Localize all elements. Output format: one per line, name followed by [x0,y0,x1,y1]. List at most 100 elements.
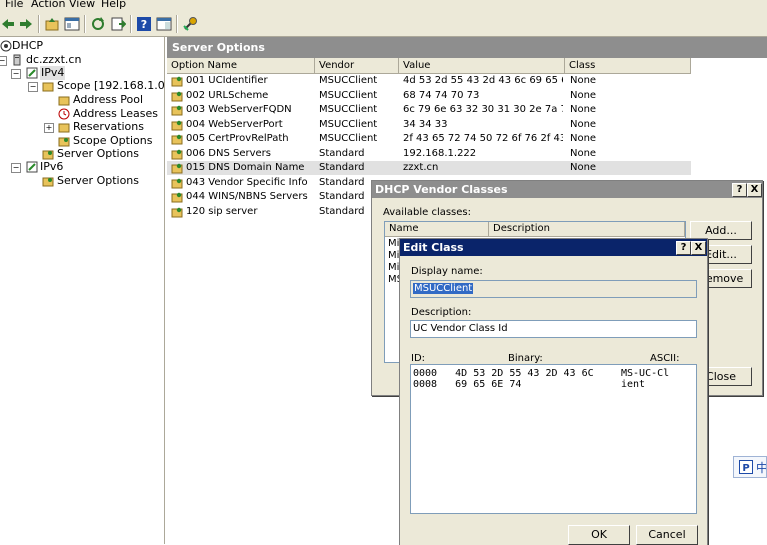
tree-ipv6[interactable]: IPv6 [40,160,63,174]
tree-address-pool[interactable]: Address Pool [73,93,143,107]
ipv4-icon [26,67,38,79]
ime-p-icon: P [739,460,753,474]
tree-server[interactable]: dc.zzxt.cn [26,53,81,67]
vendor-dialog-title-bar[interactable]: DHCP Vendor Classes [372,181,762,198]
help-icon[interactable]: ? [136,16,152,32]
column-vendor[interactable]: Vendor [315,58,399,73]
show-hide-tree-icon[interactable] [64,16,80,32]
tree-scope[interactable]: Scope [192.168.1.0] lync [57,79,164,93]
cell-class: None [570,89,597,101]
vendor-close-x-button[interactable]: X [747,183,762,197]
tree-address-leases[interactable]: Address Leases [73,107,158,121]
class-item[interactable]: Mi [388,238,399,249]
ok-button[interactable]: OK [568,525,630,545]
column-value[interactable]: Value [399,58,565,73]
menu-view[interactable]: View [69,0,95,10]
classes-list-header: Name Description [385,222,685,237]
edit-dialog-title: Edit Class [403,241,464,254]
class-item[interactable]: Mi [388,250,399,261]
menu-file[interactable]: File [5,0,23,10]
tree-ipv4[interactable]: IPv4 [40,66,66,80]
table-row[interactable]: 001 UCIdentifier MSUCClient 4d 53 2d 55 43… [167,74,691,88]
table-row[interactable]: 006 DNS Servers Standard 192.168.1.222 None [167,147,691,161]
cell-vendor: MSUCClient [319,75,378,86]
class-item[interactable]: Mi [388,262,399,273]
back-arrow-icon[interactable] [0,16,16,32]
toolbar-separator [176,15,178,33]
option-icon [171,163,183,174]
tree-scope-options[interactable]: Scope Options [73,134,152,148]
up-folder-icon[interactable] [44,16,60,32]
toolbar-separator [84,15,86,33]
vendor-dialog-title: DHCP Vendor Classes [375,183,508,196]
collapse-button[interactable]: − [11,163,21,173]
column-class-description[interactable]: Description [489,222,685,236]
display-name-label: Display name: [411,266,483,277]
id-label: ID: [411,353,426,364]
table-row[interactable]: 005 CertProvRelPath MSUCClient 2f 43 65 72… [167,132,691,146]
table-row[interactable]: 015 DNS Domain Name Standard zzxt.cn None [167,161,691,175]
column-class[interactable]: Class [565,58,691,73]
server-plug-icon[interactable] [182,16,198,32]
expand-button[interactable]: + [44,123,54,133]
display-name-field[interactable]: MSUCClient [410,280,697,298]
ime-label: 中 [756,461,766,475]
cancel-button[interactable]: Cancel [636,525,698,545]
tree-server-options-v4[interactable]: Server Options [57,147,139,161]
collapse-button[interactable]: − [28,82,38,92]
option-icon [171,178,183,188]
tree-reservations[interactable]: Reservations [73,120,144,134]
edit-help-button[interactable]: ? [676,241,691,255]
pane-title: Server Options [167,37,767,58]
binary-editor[interactable]: 0000 4D 53 2D 55 43 2D 43 6C 0008 69 65 … [410,364,697,514]
table-row[interactable]: 003 WebServerFQDN MSUCClient 6c 79 6e 63 3… [167,103,691,117]
cell-value: zzxt.cn [403,162,439,173]
column-header: Option Name Vendor Value Class [167,58,691,74]
description-label: Description: [411,307,472,318]
reservations-icon [58,123,70,133]
cell-value: 4d 53 2d 55 43 2d 43 6c 69 65 6e 74 [403,75,563,86]
binary-ascii-text: MS-UC-Cl ient [621,368,670,390]
properties-pane-icon[interactable] [156,16,172,32]
option-icon [171,192,183,203]
binary-label: Binary: [508,353,543,364]
binary-hex-text: 0000 4D 53 2D 55 43 2D 43 6C 0008 69 65 … [413,368,594,390]
server-options-icon [42,150,54,160]
menu-bar: File Action View Help [0,0,767,12]
cell-value: 34 34 33 [403,118,448,130]
vendor-help-button[interactable]: ? [732,183,747,197]
tree-dhcp-root[interactable]: DHCP [12,39,43,53]
column-class-name[interactable]: Name [385,222,489,236]
server-options-icon [42,177,54,187]
edit-close-x-button[interactable]: X [691,241,706,255]
cell-class: None [570,75,597,86]
tree-server-options-v6[interactable]: Server Options [57,174,139,188]
cell-value: 192.168.1.222 [403,147,477,159]
description-field[interactable]: UC Vendor Class Id [410,320,697,338]
column-option-name[interactable]: Option Name [167,58,315,73]
menu-help[interactable]: Help [101,0,126,10]
collapse-button[interactable]: − [11,69,21,79]
export-list-icon[interactable] [110,16,126,32]
cell-class: None [570,133,597,144]
cell-name: 005 CertProvRelPath [186,133,289,144]
refresh-icon[interactable] [90,16,106,32]
edit-dialog-title-bar[interactable]: Edit Class [400,239,707,256]
ime-language-bar[interactable]: P 中 [733,456,767,478]
cell-vendor: MSUCClient [319,118,378,130]
table-row[interactable]: 002 URLScheme MSUCClient 68 74 74 70 73 Non… [167,89,691,103]
cell-class: None [570,162,597,173]
cell-name: 043 Vendor Specific Info [186,176,308,188]
cell-name: 001 UCIdentifier [186,75,268,86]
forward-arrow-icon[interactable] [18,16,34,32]
toolbar-separator [130,15,132,33]
collapse-button[interactable]: − [0,56,7,66]
cell-vendor: Standard [319,147,365,159]
cell-value: 6c 79 6e 63 32 30 31 30 2e 7a 7a 78... [403,104,563,115]
ipv6-icon [26,161,38,173]
table-row[interactable]: 004 WebServerPort MSUCClient 34 34 33 None [167,118,691,132]
menu-action[interactable]: Action [31,0,65,10]
toolbar: ? [0,12,767,37]
scope-options-icon [58,137,70,147]
option-icon [171,149,183,159]
